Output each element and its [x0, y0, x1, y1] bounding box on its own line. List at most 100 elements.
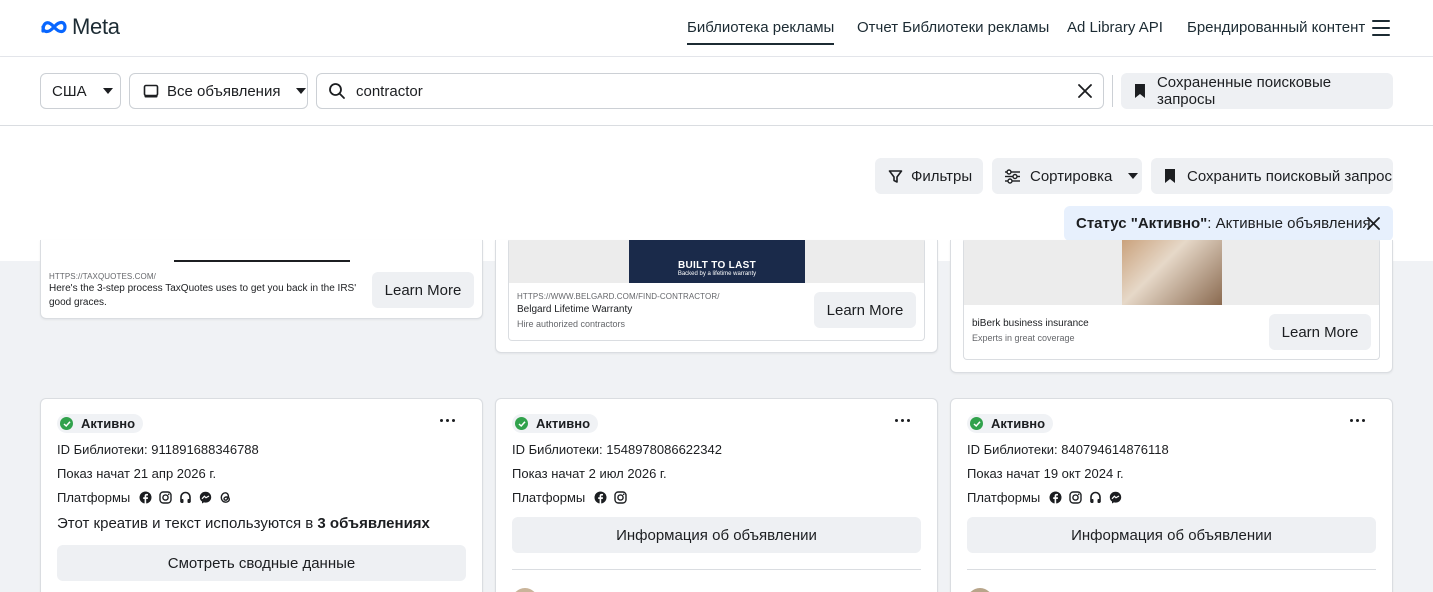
- top-navigation: Meta Библиотека рекламы Отчет Библиотеки…: [0, 0, 1433, 57]
- logo-text: Meta: [72, 14, 120, 39]
- status-badge: Активно: [512, 414, 599, 433]
- ad-card-preview: BUILT TO LAST Backed by a lifetime warra…: [495, 240, 938, 353]
- learn-more-button[interactable]: Learn More: [814, 292, 916, 328]
- nav-ad-library-api[interactable]: Ad Library API: [1067, 19, 1163, 36]
- ad-creative-frame: BUILT TO LAST Backed by a lifetime warra…: [508, 240, 925, 341]
- search-icon: [329, 83, 345, 99]
- meta-infinity-icon: [41, 20, 67, 34]
- audience-network-icon: [179, 491, 192, 504]
- creative-photo: [1122, 240, 1222, 305]
- start-date: Показ начат 2 июл 2026 г.: [512, 466, 667, 481]
- close-icon[interactable]: [1367, 217, 1380, 230]
- chevron-down-icon: [102, 88, 113, 94]
- avatar[interactable]: [967, 588, 993, 592]
- ad-details-button[interactable]: Информация об объявлении: [967, 517, 1376, 553]
- messenger-icon: [1109, 491, 1122, 504]
- bookmark-icon: [1165, 169, 1175, 183]
- status-filter-chip: Статус "Активно": Активные объявления: [1064, 206, 1393, 241]
- ad-headline: biBerk business insurance: [972, 318, 1089, 329]
- view-summary-button[interactable]: Смотреть сводные данные: [57, 545, 466, 581]
- saved-searches-button[interactable]: Сохраненные поисковые запросы: [1121, 73, 1393, 109]
- start-date: Показ начат 21 апр 2026 г.: [57, 466, 217, 481]
- status-text: Активно: [536, 416, 591, 431]
- start-date: Показ начат 19 окт 2024 г.: [967, 466, 1124, 481]
- creative-image-edge: [174, 260, 350, 262]
- facebook-icon: [1049, 491, 1062, 504]
- more-options-icon[interactable]: [440, 419, 455, 422]
- menu-icon[interactable]: [1372, 20, 1390, 36]
- country-select[interactable]: США: [40, 73, 121, 109]
- banner-subtitle: Backed by a lifetime warranty: [677, 271, 757, 277]
- platforms-label: Платформы: [57, 490, 131, 505]
- ad-description: Experts in great coverage: [972, 333, 1075, 343]
- facebook-icon: [139, 491, 152, 504]
- check-circle-icon: [970, 417, 983, 430]
- library-id: ID Библиотеки: 911891688346788: [57, 442, 259, 457]
- search-input[interactable]: [356, 82, 1056, 100]
- ad-card-preview: biBerk business insurance Experts in gre…: [950, 240, 1393, 373]
- platforms: Платформы: [512, 490, 627, 505]
- creative-banner: BUILT TO LAST Backed by a lifetime warra…: [629, 240, 805, 283]
- messenger-icon: [199, 491, 212, 504]
- creative-usage-text: Этот креатив и текст используются в: [57, 515, 318, 532]
- save-search-button[interactable]: Сохранить поисковый запрос: [1151, 158, 1393, 194]
- status-text: Активно: [991, 416, 1046, 431]
- bookmark-icon: [1134, 84, 1145, 98]
- creative-usage-count: 3 объявлениях: [317, 515, 430, 532]
- platforms-label: Платформы: [512, 490, 586, 505]
- sort-label: Сортировка: [1030, 167, 1113, 185]
- ad-type-value: Все объявления: [167, 82, 281, 100]
- library-id: ID Библиотеки: 1548978086622342: [512, 442, 722, 457]
- library-id: ID Библиотеки: 840794614876118: [967, 442, 1169, 457]
- ad-description: Hire authorized contractors: [517, 319, 626, 329]
- instagram-icon: [1069, 491, 1082, 504]
- meta-logo[interactable]: Meta: [40, 14, 120, 40]
- creative-usage: Этот креатив и текст используются в 3 об…: [57, 515, 430, 532]
- ad-url[interactable]: HTTPS://TAXQUOTES.COM/: [49, 272, 156, 281]
- threads-icon: [219, 491, 232, 504]
- nav-branded-content[interactable]: Брендированный контент: [1187, 19, 1365, 36]
- filters-button[interactable]: Фильтры: [875, 158, 983, 194]
- more-options-icon[interactable]: [895, 419, 910, 422]
- clear-search-icon[interactable]: [1078, 84, 1092, 98]
- sliders-icon: [1005, 168, 1020, 184]
- instagram-icon: [159, 491, 172, 504]
- search-bar: США Все объявления Сохраненные поисковые…: [0, 57, 1433, 126]
- instagram-icon: [614, 491, 627, 504]
- banner-title: BUILT TO LAST: [678, 260, 756, 271]
- more-options-icon[interactable]: [1350, 419, 1365, 422]
- ad-headline: Here's the 3-step process TaxQuotes uses…: [49, 283, 357, 308]
- search-divider: [1112, 75, 1113, 107]
- ad-card-preview: HTTPS://TAXQUOTES.COM/ Here's the 3-step…: [40, 240, 483, 319]
- audience-network-icon: [1089, 491, 1102, 504]
- avatar[interactable]: [512, 588, 538, 592]
- filters-label: Фильтры: [911, 167, 973, 185]
- status-text: Активно: [81, 416, 136, 431]
- ad-details-button[interactable]: Информация об объявлении: [512, 517, 921, 553]
- status-chip-text: : Активные объявления: [1207, 215, 1371, 232]
- filter-icon: [888, 169, 903, 183]
- nav-ad-library-report[interactable]: Отчет Библиотеки рекламы: [857, 19, 1049, 36]
- ad-result-card: Активно ID Библиотеки: 911891688346788 П…: [40, 398, 483, 592]
- ad-category-icon: [143, 84, 159, 97]
- country-value: США: [52, 82, 87, 100]
- card-divider: [512, 569, 921, 570]
- saved-searches-label: Сохраненные поисковые запросы: [1156, 74, 1332, 108]
- platforms: Платформы: [57, 490, 232, 505]
- nav-ad-library[interactable]: Библиотека рекламы: [687, 19, 835, 45]
- ad-url[interactable]: HTTPS://WWW.BELGARD.COM/FIND-CONTRACTOR/: [517, 292, 720, 301]
- status-chip-bold: Статус "Активно": [1076, 215, 1208, 232]
- check-circle-icon: [60, 417, 73, 430]
- ad-result-card: Активно ID Библиотеки: 1548978086622342 …: [495, 398, 938, 592]
- check-circle-icon: [515, 417, 528, 430]
- ad-type-select[interactable]: Все объявления: [129, 73, 308, 109]
- chevron-down-icon: [1128, 173, 1139, 179]
- platforms-label: Платформы: [967, 490, 1041, 505]
- ad-result-card: Активно ID Библиотеки: 840794614876118 П…: [950, 398, 1393, 592]
- learn-more-button[interactable]: Learn More: [1269, 314, 1371, 350]
- status-badge: Активно: [967, 414, 1054, 433]
- facebook-icon: [594, 491, 607, 504]
- learn-more-button[interactable]: Learn More: [372, 272, 474, 308]
- search-field: [316, 73, 1104, 109]
- sort-button[interactable]: Сортировка: [992, 158, 1142, 194]
